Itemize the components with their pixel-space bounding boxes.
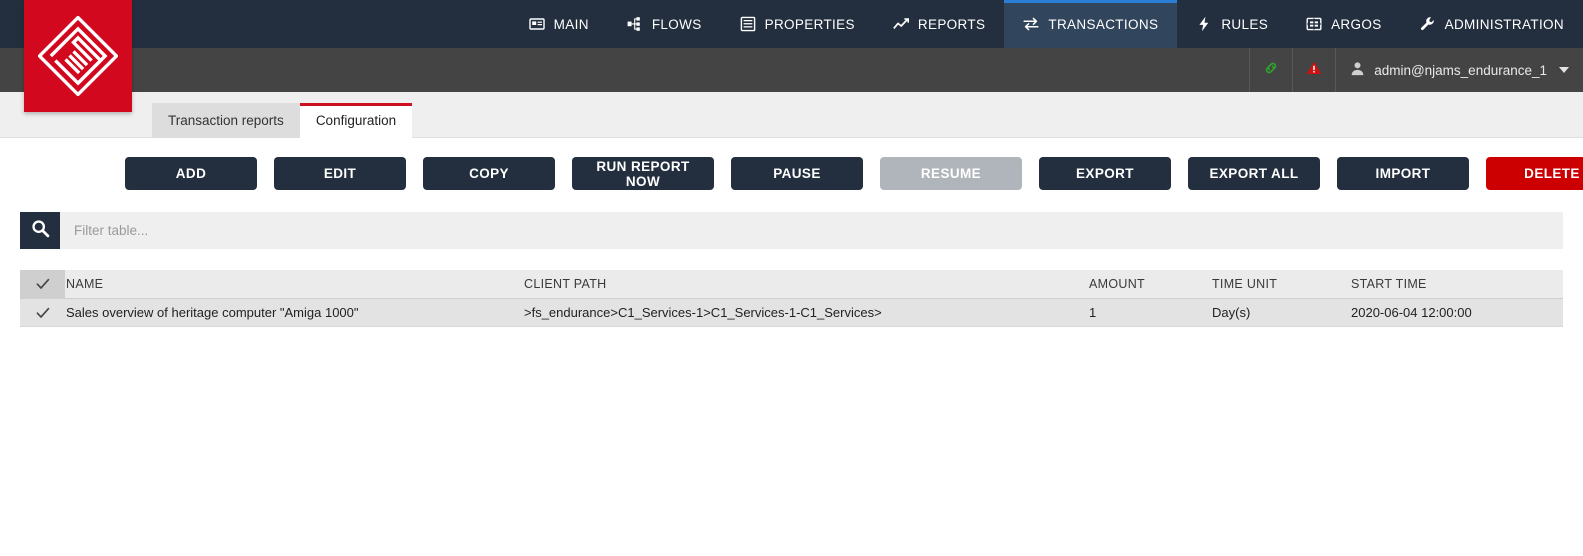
nav-item-argos[interactable]: ARGOS xyxy=(1287,0,1401,48)
reports-table: NAME CLIENT PATH AMOUNT TIME UNIT START … xyxy=(20,270,1563,327)
tab-transaction-reports[interactable]: Transaction reports xyxy=(152,103,300,138)
nav-item-main[interactable]: MAIN xyxy=(510,0,608,48)
user-menu[interactable]: admin@njams_endurance_1 xyxy=(1335,48,1583,92)
add-button[interactable]: ADD xyxy=(125,157,257,190)
column-header-start-time[interactable]: START TIME xyxy=(1351,277,1563,291)
edit-button[interactable]: EDIT xyxy=(274,157,406,190)
tab-label: Transaction reports xyxy=(168,113,284,128)
nav-item-label: FLOWS xyxy=(651,16,702,32)
table-header-row: NAME CLIENT PATH AMOUNT TIME UNIT START … xyxy=(20,270,1563,299)
flows-icon xyxy=(627,16,643,32)
copy-button[interactable]: COPY xyxy=(423,157,555,190)
link-icon xyxy=(1263,60,1279,81)
run-report-now-button[interactable]: RUN REPORT NOW xyxy=(572,157,714,190)
nav-item-label: ARGOS xyxy=(1331,16,1382,32)
column-header-name[interactable]: NAME xyxy=(65,277,524,291)
column-header-client-path[interactable]: CLIENT PATH xyxy=(524,277,1089,291)
check-icon xyxy=(36,278,49,289)
nav-item-label: RULES xyxy=(1221,16,1269,32)
pause-button[interactable]: PAUSE xyxy=(731,157,863,190)
nav-item-label: PROPERTIES xyxy=(764,16,855,32)
filter-bar xyxy=(20,212,1563,249)
row-checkbox[interactable] xyxy=(20,299,65,326)
column-header-time-unit[interactable]: TIME UNIT xyxy=(1212,277,1351,291)
nav-item-rules[interactable]: RULES xyxy=(1177,0,1287,48)
table-row[interactable]: Sales overview of heritage computer "Ami… xyxy=(20,299,1563,327)
connection-status-button[interactable] xyxy=(1249,48,1292,92)
warning-triangle-icon xyxy=(1306,60,1322,81)
delete-button[interactable]: DELETE xyxy=(1486,157,1583,190)
card-icon xyxy=(528,16,545,32)
check-icon xyxy=(36,307,49,318)
cell-client-path: >fs_endurance>C1_Services-1>C1_Services-… xyxy=(524,305,882,320)
username-label: admin@njams_endurance_1 xyxy=(1374,62,1547,78)
select-all-checkbox[interactable] xyxy=(20,270,65,298)
content-area: ADD EDIT COPY RUN REPORT NOW PAUSE RESUM… xyxy=(0,138,1583,556)
resume-button: RESUME xyxy=(880,157,1022,190)
action-toolbar: ADD EDIT COPY RUN REPORT NOW PAUSE RESUM… xyxy=(125,157,1583,190)
top-navigation-bar: MAIN FLOWS PROPERTIES REPORTS TRANSACTIO xyxy=(0,0,1583,48)
cell-time-unit: Day(s) xyxy=(1212,305,1251,320)
export-all-button[interactable]: EXPORT ALL xyxy=(1188,157,1320,190)
nav-item-label: TRANSACTIONS xyxy=(1048,16,1159,32)
logo-maze-diamond xyxy=(38,16,118,96)
chart-icon xyxy=(893,16,909,32)
nav-item-reports[interactable]: REPORTS xyxy=(874,0,1004,48)
nav-item-label: ADMINISTRATION xyxy=(1444,16,1564,32)
nav-item-properties[interactable]: PROPERTIES xyxy=(721,0,874,48)
argos-icon xyxy=(1306,16,1322,32)
tab-configuration[interactable]: Configuration xyxy=(299,103,413,138)
alert-status-button[interactable] xyxy=(1292,48,1335,92)
nav-item-transactions[interactable]: TRANSACTIONS xyxy=(1004,0,1178,48)
wrench-icon xyxy=(1420,16,1436,32)
export-button[interactable]: EXPORT xyxy=(1039,157,1171,190)
column-header-amount[interactable]: AMOUNT xyxy=(1089,277,1212,291)
application-window: MAIN FLOWS PROPERTIES REPORTS TRANSACTIO xyxy=(0,0,1583,556)
list-icon xyxy=(740,16,756,32)
search-icon xyxy=(31,219,50,243)
chevron-down-icon xyxy=(1559,67,1569,73)
nav-item-label: MAIN xyxy=(553,16,589,32)
nav-item-flows[interactable]: FLOWS xyxy=(608,0,721,48)
cell-amount: 1 xyxy=(1089,305,1097,320)
user-icon xyxy=(1350,61,1365,79)
cell-name: Sales overview of heritage computer "Ami… xyxy=(66,305,359,320)
bolt-icon xyxy=(1196,16,1212,32)
njams-logo[interactable] xyxy=(24,0,132,112)
exchange-icon xyxy=(1023,16,1039,32)
import-button[interactable]: IMPORT xyxy=(1337,157,1469,190)
tab-list: Transaction reports Configuration xyxy=(152,103,413,138)
tab-strip: Transaction reports Configuration xyxy=(0,92,1583,138)
search-button[interactable] xyxy=(20,212,60,249)
cell-start-time: 2020-06-04 12:00:00 xyxy=(1351,305,1472,320)
tab-label: Configuration xyxy=(315,113,397,128)
user-bar: admin@njams_endurance_1 xyxy=(0,48,1583,92)
nav-item-administration[interactable]: ADMINISTRATION xyxy=(1401,0,1583,48)
nav-item-label: REPORTS xyxy=(917,16,986,32)
filter-input[interactable] xyxy=(60,212,1563,249)
